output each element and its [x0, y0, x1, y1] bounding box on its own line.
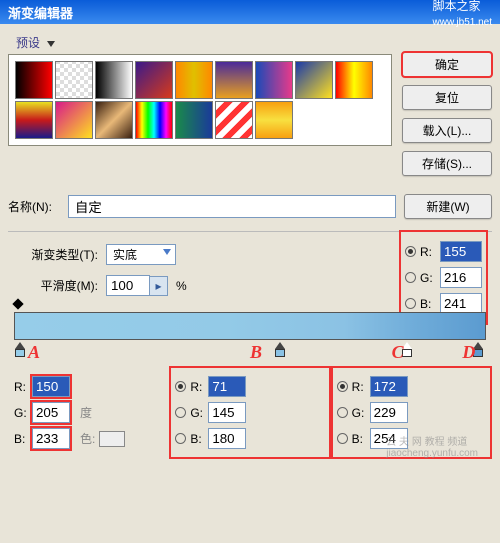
b-input[interactable]	[440, 293, 482, 314]
stop-b-g-input[interactable]	[208, 402, 246, 423]
b-label: B:	[190, 432, 204, 446]
r-label: R:	[190, 380, 204, 394]
swatch[interactable]	[295, 61, 333, 99]
gradient-bar[interactable]	[14, 312, 486, 340]
name-input[interactable]	[68, 195, 396, 218]
swatch[interactable]	[15, 101, 53, 139]
b-label: B:	[14, 432, 28, 446]
g-input[interactable]	[440, 267, 482, 288]
percent-label: %	[176, 279, 187, 293]
swatch[interactable]	[135, 101, 173, 139]
gradient-type-select[interactable]: 实底	[106, 244, 176, 265]
b-label: B:	[352, 432, 366, 446]
swatch[interactable]	[255, 61, 293, 99]
radio-b[interactable]	[337, 433, 348, 444]
radio-r[interactable]	[405, 246, 416, 257]
color-label: 色:	[80, 430, 95, 447]
swatch[interactable]	[135, 61, 173, 99]
radio-r[interactable]	[175, 381, 186, 392]
swatch[interactable]	[335, 61, 373, 99]
color-stop-a[interactable]	[14, 342, 26, 357]
annotation-c: C	[392, 342, 404, 363]
stop-b-group: R: G: B:	[171, 368, 328, 457]
swatch[interactable]	[95, 101, 133, 139]
annotation-b: B	[250, 342, 262, 363]
b-label: B:	[420, 297, 436, 311]
degree-label: 度	[80, 404, 92, 421]
stop-a-group: R: G: 度 B: 色:	[10, 368, 167, 457]
r-input[interactable]	[440, 241, 482, 262]
gradient-editor[interactable]: A B C D	[14, 312, 486, 340]
stop-b-b-input[interactable]	[208, 428, 246, 449]
smoothness-label: 平滑度(M):	[8, 277, 98, 294]
swatch[interactable]	[215, 61, 253, 99]
g-label: G:	[420, 271, 436, 285]
g-label: G:	[14, 406, 28, 420]
smoothness-stepper[interactable]: ▸	[150, 276, 168, 296]
rgb-side-annotation: R: G: B:	[401, 232, 486, 323]
site-name: 脚本之家	[433, 0, 481, 13]
color-swatch[interactable]	[99, 431, 125, 447]
presets-legend: 预设	[16, 36, 40, 50]
radio-g[interactable]	[405, 272, 416, 283]
annotation-a: A	[28, 342, 40, 363]
site-brand: 脚本之家 www.jb51.net	[433, 0, 492, 28]
save-button[interactable]: 存储(S)...	[402, 151, 492, 176]
g-label: G:	[352, 406, 366, 420]
radio-g[interactable]	[175, 407, 186, 418]
reset-button[interactable]: 复位	[402, 85, 492, 110]
swatch[interactable]	[175, 101, 213, 139]
r-label: R:	[420, 245, 436, 259]
stop-a-g-input[interactable]	[32, 402, 70, 423]
gradient-type-label: 渐变类型(T):	[8, 246, 98, 263]
site-url: www.jb51.net	[433, 17, 492, 28]
window-title: 渐变编辑器	[8, 3, 73, 22]
stop-a-r-input[interactable]	[32, 376, 70, 397]
preset-swatches	[15, 61, 385, 139]
g-label: G:	[190, 406, 204, 420]
annotation-d: D	[462, 342, 475, 363]
swatch[interactable]	[175, 61, 213, 99]
radio-b[interactable]	[175, 433, 186, 444]
radio-r[interactable]	[337, 381, 348, 392]
name-label: 名称(N):	[8, 198, 60, 215]
presets-menu-icon[interactable]	[47, 41, 55, 47]
swatch[interactable]	[55, 61, 93, 99]
swatch[interactable]	[255, 101, 293, 139]
swatch[interactable]	[55, 101, 93, 139]
swatch[interactable]	[215, 101, 253, 139]
new-button[interactable]: 新建(W)	[404, 194, 492, 219]
smoothness-input[interactable]	[106, 275, 150, 296]
opacity-stop[interactable]	[14, 300, 24, 310]
swatch[interactable]	[15, 61, 53, 99]
stop-c-r-input[interactable]	[370, 376, 408, 397]
stop-b-r-input[interactable]	[208, 376, 246, 397]
presets-section: 预设	[8, 34, 392, 176]
watermark: 云 夫 网 教程 频道 jiaocheng.yunfu.com	[386, 433, 478, 459]
stop-a-b-input[interactable]	[32, 428, 70, 449]
r-label: R:	[352, 380, 366, 394]
ok-button[interactable]: 确定	[402, 52, 492, 77]
radio-b[interactable]	[405, 298, 416, 309]
color-stop-b[interactable]	[274, 342, 286, 357]
swatch[interactable]	[95, 61, 133, 99]
radio-g[interactable]	[337, 407, 348, 418]
load-button[interactable]: 载入(L)...	[402, 118, 492, 143]
titlebar: 渐变编辑器 脚本之家 www.jb51.net	[0, 0, 500, 24]
stop-c-g-input[interactable]	[370, 402, 408, 423]
r-label: R:	[14, 380, 28, 394]
